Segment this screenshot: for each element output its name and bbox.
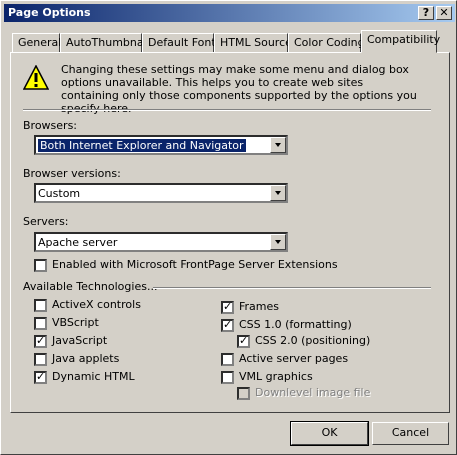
tab-autothumbnail[interactable]: AutoThumbnail (60, 33, 150, 52)
tab-html-source[interactable]: HTML Source (214, 33, 292, 52)
ok-button[interactable]: OK (290, 421, 369, 446)
title-bar: Page Options ? ✕ (4, 4, 455, 22)
tab-color-coding[interactable]: Color Coding (288, 33, 365, 52)
close-button[interactable]: ✕ (436, 6, 452, 20)
compatibility-panel (10, 52, 450, 413)
tab-label: General (18, 36, 62, 49)
tab-default-font[interactable]: Default Font (142, 33, 216, 52)
tab-label: Color Coding (294, 36, 365, 49)
page-options-dialog: Page Options ? ✕ General AutoThumbnail D… (0, 0, 457, 455)
tab-label: HTML Source (220, 36, 292, 49)
window-title: Page Options (8, 6, 91, 19)
help-button[interactable]: ? (418, 6, 434, 20)
tab-label: Default Font (148, 36, 216, 49)
tab-compatibility[interactable]: Compatibility (361, 30, 441, 53)
tab-label: AutoThumbnail (66, 36, 150, 49)
tab-label: Compatibility (367, 33, 441, 46)
tab-general[interactable]: General (12, 33, 62, 52)
cancel-button[interactable]: Cancel (372, 422, 449, 445)
